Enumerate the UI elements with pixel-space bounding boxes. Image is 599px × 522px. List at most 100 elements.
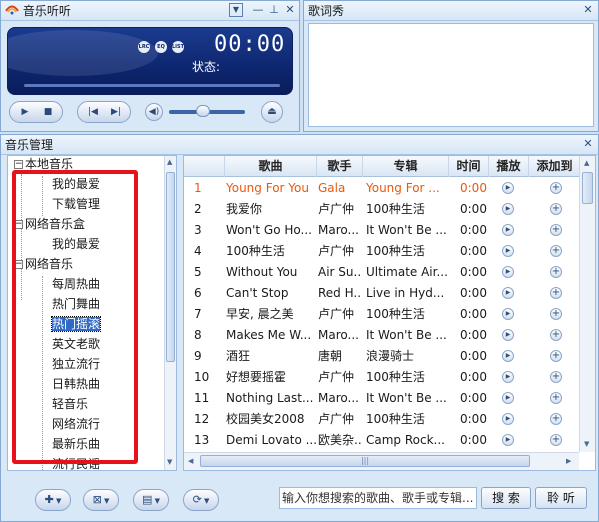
search-button[interactable]: 搜 索 [481,487,531,509]
play-song-icon[interactable]: ▶ [502,350,514,362]
tree-item-jp-kr-hits[interactable]: 日韩热曲 [52,374,100,394]
collapse-icon[interactable]: − [14,160,23,169]
song-row[interactable]: 3 Won't Go Ho... Maro... It Won't Be ... 0:0… [184,220,579,241]
play-song-icon[interactable]: ▶ [502,266,514,278]
next-button[interactable]: ▶| [105,104,127,120]
equalizer-button[interactable]: EQ [155,41,167,53]
add-menu-button[interactable]: ✚ ▼ [35,489,71,511]
add-to-list-icon[interactable]: + [550,434,562,446]
song-row[interactable]: 2 我爱你 卢广仲 100种生活 0:00 ▶ + [184,199,579,220]
song-row[interactable]: 1 Young For You Gala Young For ... 0:00 ▶ + [184,178,579,199]
delete-menu-button[interactable]: ⊠ ▼ [83,489,119,511]
add-to-list-icon[interactable]: + [550,413,562,425]
tree-scrollbar-thumb[interactable] [166,172,175,362]
play-song-icon[interactable]: ▶ [502,434,514,446]
column-header-add-to[interactable]: 添加到 [528,156,580,177]
previous-button[interactable]: |◀ [82,104,104,120]
column-header-play[interactable]: 播放 [488,156,528,177]
song-album: Camp Rock... [366,433,445,447]
tree-item-my-favorites[interactable]: 我的最爱 [52,174,100,194]
column-header-time[interactable]: 时间 [448,156,488,177]
song-row[interactable]: 7 早安, 晨之美 卢广仲 100种生活 0:00 ▶ + [184,304,579,325]
song-row[interactable]: 8 Makes Me W... Maro... It Won't Be ... 0:00… [184,325,579,346]
tree-group-web-music[interactable]: − 网络音乐 [14,254,73,274]
search-input[interactable] [279,487,477,509]
play-song-icon[interactable]: ▶ [502,308,514,320]
play-song-icon[interactable]: ▶ [502,413,514,425]
play-song-icon[interactable]: ▶ [502,182,514,194]
add-to-list-icon[interactable]: + [550,287,562,299]
add-to-list-icon[interactable]: + [550,392,562,404]
add-to-list-icon[interactable]: + [550,182,562,194]
tree-item-web-pop[interactable]: 网络流行 [52,414,100,434]
song-row[interactable]: 9 酒狂 唐朝 浪漫骑士 0:00 ▶ + [184,346,579,367]
volume-icon[interactable]: ◀) [145,103,163,121]
collapse-icon[interactable]: − [14,260,23,269]
song-row[interactable]: 13 Demi Lovato ... 欧美杂... Camp Rock... 0:00 ▶… [184,430,579,451]
song-row[interactable]: 4 100种生活 卢广仲 100种生活 0:00 ▶ + [184,241,579,262]
tree-item-new-songs[interactable]: 最新乐曲 [52,434,100,454]
close-button[interactable]: ✕ [283,3,297,17]
minimize-button[interactable]: — [251,3,265,17]
horizontal-scrollbar-thumb[interactable]: ||| [200,455,530,467]
add-to-list-icon[interactable]: + [550,203,562,215]
song-row[interactable]: 11 Nothing Last... Maro... It Won't Be ... 0… [184,388,579,409]
tree-item-light-music[interactable]: 轻音乐 [52,394,88,414]
stop-button[interactable]: ■ [37,104,59,120]
play-song-icon[interactable]: ▶ [502,245,514,257]
collapse-icon[interactable]: − [14,220,23,229]
play-song-icon[interactable]: ▶ [502,329,514,341]
eject-button[interactable]: ⏏ [261,101,283,123]
tree-group-local-music[interactable]: − 本地音乐 [14,156,73,174]
lyrics-close-button[interactable]: ✕ [581,3,595,17]
column-header-album[interactable]: 专辑 [362,156,448,177]
tree-scrollbar[interactable]: ▲ ▼ [164,156,176,470]
play-song-icon[interactable]: ▶ [502,224,514,236]
tree-group-web-music-box[interactable]: − 网络音乐盒 [14,214,85,234]
prev-next-group: |◀ ▶| [77,101,131,123]
play-button[interactable]: ▶ [14,104,36,120]
play-song-icon[interactable]: ▶ [502,203,514,215]
mode-menu-button[interactable]: ⟳ ▼ [183,489,219,511]
list-menu-button[interactable]: ▤ ▼ [133,489,169,511]
song-list-horizontal-scrollbar[interactable]: ◀ ||| ▶ [184,452,579,470]
progress-track[interactable] [24,84,280,87]
add-to-list-icon[interactable]: + [550,329,562,341]
add-to-list-icon[interactable]: + [550,266,562,278]
tree-item-rock[interactable]: 热门摇滚 [50,314,102,334]
play-song-icon[interactable]: ▶ [502,392,514,404]
tree-item-indie-pop[interactable]: 独立流行 [52,354,100,374]
song-row[interactable]: 5 Without You Air Su... Ultimate Air... 0:00… [184,262,579,283]
column-header-artist[interactable]: 歌手 [316,156,362,177]
song-row[interactable]: 10 好想要摇霍 卢广仲 100种生活 0:00 ▶ + [184,367,579,388]
lyrics-toggle-button[interactable]: LRC [138,41,150,53]
add-to-list-icon[interactable]: + [550,224,562,236]
play-song-icon[interactable]: ▶ [502,371,514,383]
tree-item-box-favorites[interactable]: 我的最爱 [52,234,100,254]
manager-close-button[interactable]: ✕ [581,137,595,151]
play-song-icon[interactable]: ▶ [502,287,514,299]
song-duration: 0:00 [460,412,487,426]
listen-button[interactable]: 聆 听 [535,487,587,509]
tree-item-folk[interactable]: 流行民谣 [52,454,100,470]
add-to-list-icon[interactable]: + [550,245,562,257]
tree-item-dance[interactable]: 热门舞曲 [52,294,100,314]
vertical-scrollbar-thumb[interactable] [582,172,593,204]
row-index: 8 [194,328,202,342]
add-to-list-icon[interactable]: + [550,308,562,320]
pin-icon[interactable]: ⊥ [267,3,281,17]
tree-item-downloads[interactable]: 下载管理 [52,194,100,214]
row-index: 1 [194,181,202,195]
tree-item-english-oldies[interactable]: 英文老歌 [52,334,100,354]
column-header-song[interactable]: 歌曲 [224,156,316,177]
playlist-toggle-button[interactable]: LIST [172,41,184,53]
volume-slider-thumb[interactable] [196,105,211,117]
song-row[interactable]: 6 Can't Stop Red H... Live in Hyd... 0:00 ▶ + [184,283,579,304]
dropdown-icon[interactable]: ▼ [229,3,243,17]
song-list-vertical-scrollbar[interactable]: ▲ ▼ [579,156,595,452]
tree-item-weekly-hits[interactable]: 每周热曲 [52,274,100,294]
add-to-list-icon[interactable]: + [550,350,562,362]
add-to-list-icon[interactable]: + [550,371,562,383]
song-row[interactable]: 12 校园美女2008 卢广仲 100种生活 0:00 ▶ + [184,409,579,430]
music-manager: 音乐管理 ✕ − 本地音乐 我的最爱 下载管理 − 网络音乐盒 我的最爱 − 网络音乐… [0,134,599,522]
